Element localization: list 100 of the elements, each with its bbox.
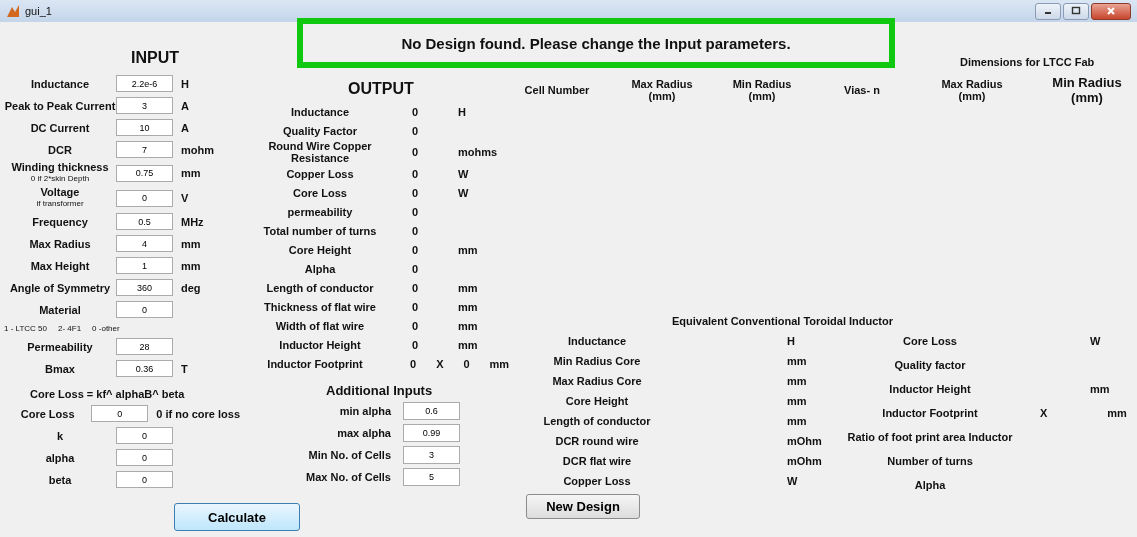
maximize-button[interactable] [1063,2,1089,20]
new-design-button[interactable]: New Design [526,494,640,519]
field-label: Angle of Symmetry [9,281,111,294]
close-icon [1106,6,1116,16]
unit-label: H [181,77,189,90]
field-hint: if transformer [36,198,84,210]
result-label: Inductor Height [888,382,972,395]
unit-label: mm [1090,382,1110,395]
input-field[interactable]: 0.5 [116,213,173,230]
input-field[interactable]: 0 [116,301,173,318]
output-label: Inductor Height [278,338,362,351]
field-label: Winding thickness [11,161,109,173]
result-label: Ratio of foot print area Inductor [846,430,1014,443]
minimize-button[interactable] [1035,2,1061,20]
output-label: Total number of turns [262,224,378,237]
unit-label: mOhm [787,454,822,467]
input-field[interactable]: 10 [116,119,173,136]
input-field[interactable]: 1 [116,257,173,274]
unit-label: MHz [181,215,204,228]
input-field[interactable]: 28 [116,338,173,355]
window-title: gui_1 [25,5,52,17]
unit-label: V [181,192,189,204]
output-value: 0 [410,205,420,218]
column-header: Max Radius (mm) [940,78,1004,102]
field-label: Peak to Peak Current [4,99,116,112]
result-label: Min Radius Core [552,354,642,367]
section-title: Dimensions for LTCC Fab [960,56,1095,68]
input-field[interactable]: 5 [403,468,460,486]
app-icon [6,4,20,18]
output-value: 0 [410,319,420,332]
output-value: 0 [410,224,420,237]
output-value: 0 [410,105,420,118]
field-label: k [56,429,64,442]
input-field[interactable]: 0 [116,189,173,207]
result-label: Max Radius Core [551,374,643,387]
input-field[interactable]: 0 [116,427,173,444]
unit-label: W [458,167,469,180]
input-field[interactable]: 7 [116,141,173,158]
unit-label: mm [181,167,201,179]
output-label: Quality Factor [282,124,358,137]
result-label: Copper Loss [562,474,632,487]
input-field[interactable]: 3 [403,446,460,464]
field-hint: 0 if 2*skin Depth [30,173,90,185]
unit-label: mm [181,237,201,250]
output-value: 0 [410,338,420,351]
input-field[interactable]: 0.75 [116,164,173,182]
column-header: Min Radius (mm) [1051,75,1123,105]
unit-label: W [787,474,798,487]
unit-label: 0 if no core loss [156,407,240,420]
input-field[interactable]: 4 [116,235,173,252]
field-label: Voltage [40,186,80,198]
output-label: Length of conductor [265,281,375,294]
field-label: Frequency [32,215,88,228]
field-label: Min No. of Cells [308,449,391,461]
message-banner: No Design found. Please change the Input parameters. [297,18,895,68]
unit-label: mm [787,414,807,427]
material-option: 2- 4F1 [58,324,82,333]
input-field[interactable]: 2.2e-6 [116,75,173,92]
field-label: alpha [45,451,75,464]
unit-label: mohm [181,143,214,156]
output-label: Width of flat wire [274,319,366,332]
input-field[interactable]: 0 [116,449,173,466]
field-label: DC Current [30,121,90,134]
field-label: min alpha [339,405,391,417]
output-value: 0 [410,186,420,199]
unit-label: mm [787,354,807,367]
input-field[interactable]: 0 [116,471,173,488]
result-label: Length of conductor [542,414,652,427]
field-label: Permeability [27,340,93,353]
output-label: Thickness of flat wire [263,300,377,313]
result-label: Core Height [564,394,630,407]
output-label: Inductor Footprint [266,357,364,370]
formula-text: Core Loss = kf^ alphaB^ beta [30,388,186,400]
section-heading: Additional Inputs [326,383,434,398]
unit-label: A [181,99,189,112]
field-label: beta [48,473,72,486]
field-label: max alpha [337,427,391,439]
input-field[interactable]: 3 [116,97,173,114]
unit-label: mm [458,281,478,294]
unit-label: A [181,121,189,134]
output-value: 0 [410,300,420,313]
result-label: DCR flat wire [561,454,633,467]
output-value: 0 [463,357,470,370]
input-field[interactable]: 0.36 [116,360,173,377]
maximize-icon [1071,6,1081,16]
input-field[interactable]: 0.6 [403,402,460,420]
input-field[interactable]: 0.99 [403,424,460,442]
field-label: Bmax [45,362,75,375]
output-label: Alpha [303,262,337,275]
unit-label: mm [458,319,478,332]
output-value: 0 [410,281,420,294]
field-label: Max No. of Cells [306,471,391,483]
input-field[interactable]: 360 [116,279,173,296]
close-button[interactable] [1091,2,1131,20]
output-value: 0 [410,167,420,180]
result-label: Number of turns [886,454,974,467]
calculate-button[interactable]: Calculate [174,503,300,531]
result-label: Inductance [566,334,628,347]
column-header: Max Radius (mm) [630,78,694,102]
input-field[interactable]: 0 [91,405,149,422]
